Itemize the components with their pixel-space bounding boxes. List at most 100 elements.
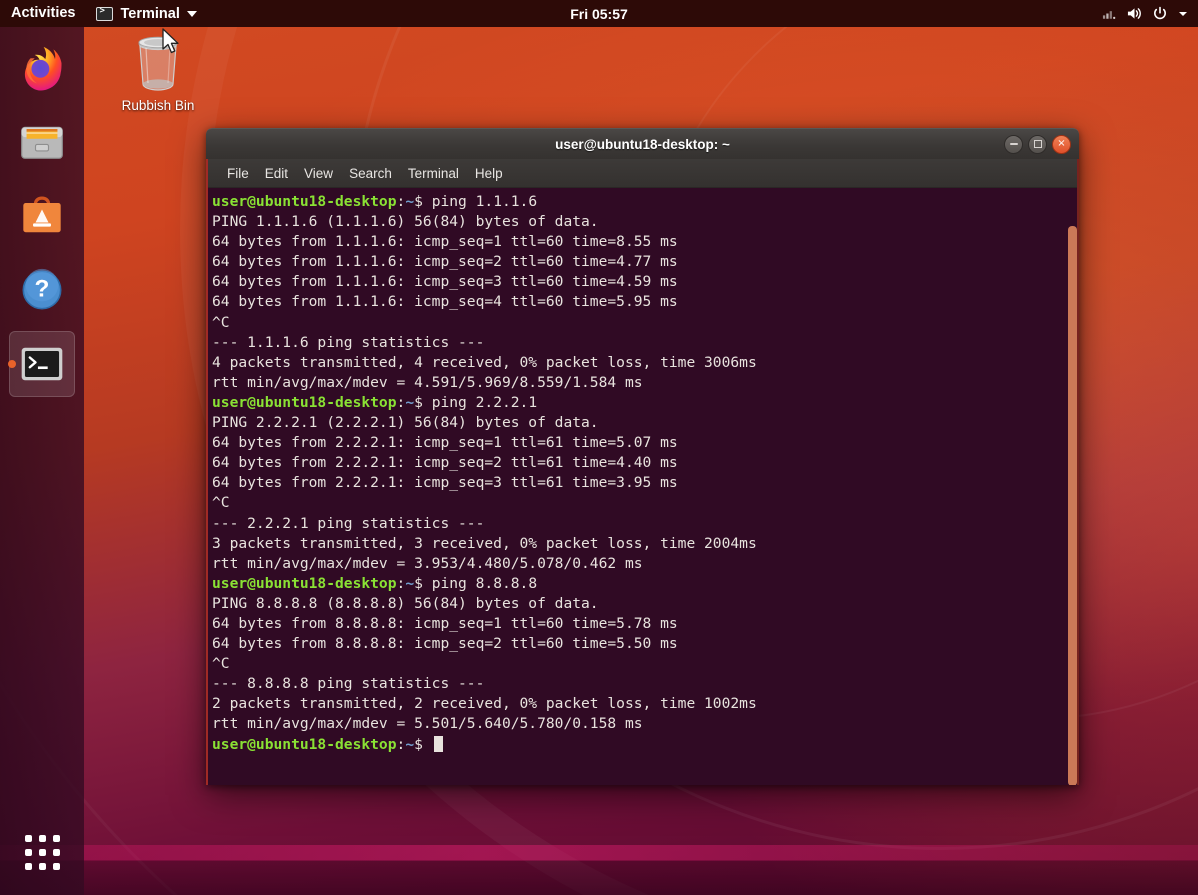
terminal-output-line: 2 packets transmitted, 2 received, 0% pa…: [212, 694, 1079, 714]
terminal-output-line: 64 bytes from 2.2.2.1: icmp_seq=2 ttl=61…: [212, 453, 1079, 473]
terminal-output-line: 64 bytes from 2.2.2.1: icmp_seq=1 ttl=61…: [212, 433, 1079, 453]
top-bar-left: Activities Terminal: [0, 0, 207, 27]
prompt-path: ~: [405, 736, 414, 753]
terminal-output-line: ^C: [212, 313, 1079, 333]
terminal-output-line: --- 2.2.2.1 ping statistics ---: [212, 514, 1079, 534]
dock-item-files[interactable]: [9, 109, 75, 175]
file-manager-icon: [16, 116, 68, 168]
terminal-output-line: rtt min/avg/max/mdev = 4.591/5.969/8.559…: [212, 373, 1079, 393]
terminal-output-line: PING 2.2.2.1 (2.2.2.1) 56(84) bytes of d…: [212, 413, 1079, 433]
app-menu-label: Terminal: [120, 6, 179, 22]
desktop-icon-rubbish-bin[interactable]: Rubbish Bin: [112, 30, 204, 113]
terminal-command: ping 8.8.8.8: [423, 575, 537, 592]
terminal-output-line: 64 bytes from 1.1.1.6: icmp_seq=3 ttl=60…: [212, 272, 1079, 292]
terminal-output-line: 64 bytes from 1.1.1.6: icmp_seq=2 ttl=60…: [212, 252, 1079, 272]
prompt-dollar: $: [414, 736, 423, 753]
terminal-output-line: PING 8.8.8.8 (8.8.8.8) 56(84) bytes of d…: [212, 594, 1079, 614]
terminal-prompt-line: user@ubuntu18-desktop:~$ ping 2.2.2.1: [212, 393, 1079, 413]
dock-item-firefox[interactable]: [9, 35, 75, 101]
window-edge-right: [1077, 159, 1079, 785]
prompt-dollar: $: [414, 575, 423, 592]
maximize-button[interactable]: [1028, 135, 1047, 154]
volume-icon[interactable]: [1126, 6, 1143, 21]
terminal-icon: [96, 7, 113, 21]
terminal-body[interactable]: user@ubuntu18-desktop:~$ ping 1.1.1.6PIN…: [206, 188, 1079, 785]
wallpaper-band: [0, 845, 1198, 861]
terminal-output: user@ubuntu18-desktop:~$ ping 1.1.1.6PIN…: [212, 192, 1079, 755]
terminal-title: user@ubuntu18-desktop: ~: [206, 137, 1079, 152]
help-icon: ?: [16, 264, 68, 316]
prompt-colon: :: [397, 394, 406, 411]
activities-button[interactable]: Activities: [0, 0, 86, 27]
terminal-output-line: 64 bytes from 1.1.1.6: icmp_seq=1 ttl=60…: [212, 232, 1079, 252]
menu-view[interactable]: View: [296, 163, 341, 184]
terminal-command: ping 2.2.2.1: [423, 394, 537, 411]
apps-grid-icon: [25, 835, 60, 870]
power-icon[interactable]: [1152, 6, 1168, 22]
network-icon[interactable]: [1102, 6, 1117, 21]
wallpaper-bottom-shade: [0, 860, 1198, 895]
menu-file[interactable]: File: [219, 163, 257, 184]
show-applications-button[interactable]: [9, 819, 75, 885]
terminal-titlebar[interactable]: user@ubuntu18-desktop: ~ ×: [206, 128, 1079, 159]
menu-edit[interactable]: Edit: [257, 163, 296, 184]
prompt-user-host: user@ubuntu18-desktop: [212, 394, 397, 411]
menu-terminal[interactable]: Terminal: [400, 163, 467, 184]
terminal-prompt-line: user@ubuntu18-desktop:~$ ping 8.8.8.8: [212, 574, 1079, 594]
prompt-user-host: user@ubuntu18-desktop: [212, 736, 397, 753]
prompt-colon: :: [397, 736, 406, 753]
chevron-down-icon[interactable]: [1177, 8, 1189, 20]
system-status-area[interactable]: [1102, 0, 1198, 27]
terminal-output-line: ^C: [212, 493, 1079, 513]
terminal-command: [423, 736, 432, 753]
prompt-colon: :: [397, 575, 406, 592]
dock: ?: [0, 27, 84, 895]
terminal-output-line: 3 packets transmitted, 3 received, 0% pa…: [212, 534, 1079, 554]
dock-item-help[interactable]: ?: [9, 257, 75, 323]
terminal-cursor: [434, 736, 443, 752]
terminal-output-line: 64 bytes from 8.8.8.8: icmp_seq=1 ttl=60…: [212, 614, 1079, 634]
terminal-output-line: 4 packets transmitted, 4 received, 0% pa…: [212, 353, 1079, 373]
prompt-path: ~: [405, 575, 414, 592]
rubbish-bin-icon: [127, 30, 189, 96]
close-button[interactable]: ×: [1052, 135, 1071, 154]
terminal-output-line: rtt min/avg/max/mdev = 3.953/4.480/5.078…: [212, 554, 1079, 574]
menu-help[interactable]: Help: [467, 163, 511, 184]
terminal-output-line: rtt min/avg/max/mdev = 5.501/5.640/5.780…: [212, 714, 1079, 734]
prompt-dollar: $: [414, 193, 423, 210]
prompt-colon: :: [397, 193, 406, 210]
terminal-output-line: 64 bytes from 2.2.2.1: icmp_seq=3 ttl=61…: [212, 473, 1079, 493]
terminal-output-line: --- 1.1.1.6 ping statistics ---: [212, 333, 1079, 353]
terminal-output-line: PING 1.1.1.6 (1.1.1.6) 56(84) bytes of d…: [212, 212, 1079, 232]
dock-item-software[interactable]: [9, 183, 75, 249]
terminal-window[interactable]: user@ubuntu18-desktop: ~ × File Edit Vie…: [206, 128, 1079, 785]
menu-search[interactable]: Search: [341, 163, 400, 184]
prompt-user-host: user@ubuntu18-desktop: [212, 575, 397, 592]
terminal-prompt-line: user@ubuntu18-desktop:~$ ping 1.1.1.6: [212, 192, 1079, 212]
chevron-down-icon: [187, 11, 197, 17]
minimize-button[interactable]: [1004, 135, 1023, 154]
terminal-output-line: 64 bytes from 8.8.8.8: icmp_seq=2 ttl=60…: [212, 634, 1079, 654]
terminal-output-line: 64 bytes from 1.1.1.6: icmp_seq=4 ttl=60…: [212, 292, 1079, 312]
terminal-scrollbar-thumb[interactable]: [1068, 226, 1077, 785]
terminal-scrollbar[interactable]: [1068, 226, 1077, 781]
dock-item-terminal[interactable]: [9, 331, 75, 397]
terminal-prompt-line: user@ubuntu18-desktop:~$: [212, 735, 1079, 755]
terminal-output-line: ^C: [212, 654, 1079, 674]
terminal-icon: [16, 338, 68, 390]
firefox-icon: [16, 42, 68, 94]
app-menu-button[interactable]: Terminal: [86, 0, 206, 27]
terminal-menubar: File Edit View Search Terminal Help: [206, 159, 1079, 188]
ubuntu-software-icon: [16, 190, 68, 242]
desktop-icon-label: Rubbish Bin: [122, 98, 195, 113]
clock-button[interactable]: Fri 05:57: [562, 6, 636, 22]
window-edge-left: [206, 159, 208, 785]
gnome-top-bar: Activities Terminal Fri 05:57: [0, 0, 1198, 27]
prompt-path: ~: [405, 193, 414, 210]
window-controls: ×: [1004, 135, 1079, 154]
prompt-user-host: user@ubuntu18-desktop: [212, 193, 397, 210]
prompt-path: ~: [405, 394, 414, 411]
terminal-output-line: --- 8.8.8.8 ping statistics ---: [212, 674, 1079, 694]
terminal-command: ping 1.1.1.6: [423, 193, 537, 210]
svg-text:?: ?: [35, 276, 50, 303]
